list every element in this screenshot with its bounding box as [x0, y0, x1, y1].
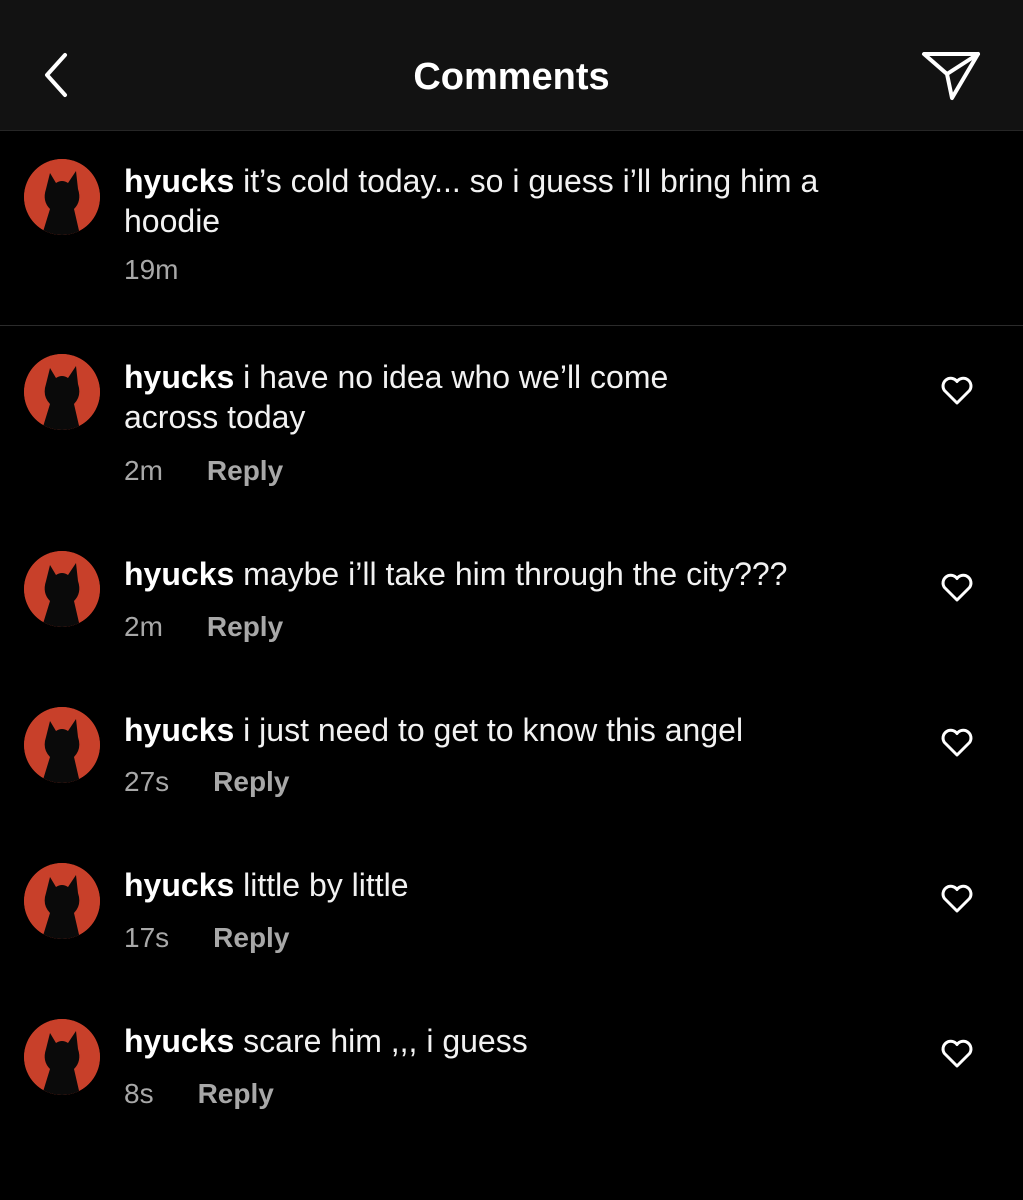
avatar[interactable] [24, 1019, 100, 1095]
username[interactable]: hyucks [124, 712, 234, 748]
header-bar: Comments [0, 0, 1023, 131]
caption-block: hyucks it’s cold today... so i guess i’l… [0, 131, 1023, 326]
comment-text: hyucks i just need to get to know this a… [124, 710, 904, 750]
timestamp: 27s [124, 766, 170, 797]
username[interactable]: hyucks [124, 359, 234, 395]
avatar[interactable] [24, 354, 100, 430]
comment-body: little by little [243, 867, 409, 903]
like-button[interactable] [938, 376, 976, 410]
reply-button[interactable]: Reply [213, 921, 289, 955]
caption-meta: 19m [124, 253, 178, 287]
comment-body: i just need to get to know this angel [243, 712, 744, 748]
comment-meta: 2m Reply [124, 610, 283, 644]
comment-meta: 8s Reply [124, 1077, 274, 1111]
heart-icon [940, 573, 974, 608]
avatar[interactable] [24, 159, 100, 235]
reply-button[interactable]: Reply [207, 610, 283, 644]
comment-text: hyucks i have no idea who we’ll come acr… [124, 357, 764, 437]
user-silhouette-icon [24, 354, 100, 430]
like-button[interactable] [938, 573, 976, 607]
reply-button[interactable]: Reply [213, 765, 289, 799]
user-silhouette-icon [24, 159, 100, 235]
user-silhouette-icon [24, 707, 100, 783]
username[interactable]: hyucks [124, 1023, 234, 1059]
paper-plane-icon [920, 48, 982, 109]
comment-text: hyucks maybe i’ll take him through the c… [124, 554, 904, 594]
comment-body: scare him ,,, i guess [243, 1023, 528, 1059]
reply-button[interactable]: Reply [207, 454, 283, 488]
timestamp: 8s [124, 1078, 154, 1109]
heart-icon [940, 884, 974, 919]
heart-icon [940, 728, 974, 763]
comment-text: hyucks scare him ,,, i guess [124, 1021, 904, 1061]
timestamp: 17s [124, 922, 170, 953]
caption-text: hyucks it’s cold today... so i guess i’l… [124, 161, 904, 241]
username[interactable]: hyucks [124, 163, 234, 199]
user-silhouette-icon [24, 863, 100, 939]
comment-text: hyucks little by little [124, 865, 904, 905]
timestamp: 2m [124, 455, 163, 486]
share-button[interactable] [918, 48, 984, 108]
like-button[interactable] [938, 728, 976, 762]
comment-meta: 17s Reply [124, 921, 289, 955]
like-button[interactable] [938, 1039, 976, 1073]
timestamp: 2m [124, 611, 163, 642]
comment-meta: 27s Reply [124, 765, 289, 799]
heart-icon [940, 376, 974, 411]
comment-meta: 2m Reply [124, 454, 283, 488]
comment-body: maybe i’ll take him through the city??? [243, 556, 788, 592]
username[interactable]: hyucks [124, 867, 234, 903]
timestamp: 19m [124, 254, 179, 285]
page-title: Comments [413, 56, 610, 98]
avatar[interactable] [24, 707, 100, 783]
user-silhouette-icon [24, 551, 100, 627]
avatar[interactable] [24, 863, 100, 939]
heart-icon [940, 1039, 974, 1074]
avatar[interactable] [24, 551, 100, 627]
like-button[interactable] [938, 884, 976, 918]
user-silhouette-icon [24, 1019, 100, 1095]
reply-button[interactable]: Reply [198, 1077, 274, 1111]
username[interactable]: hyucks [124, 556, 234, 592]
